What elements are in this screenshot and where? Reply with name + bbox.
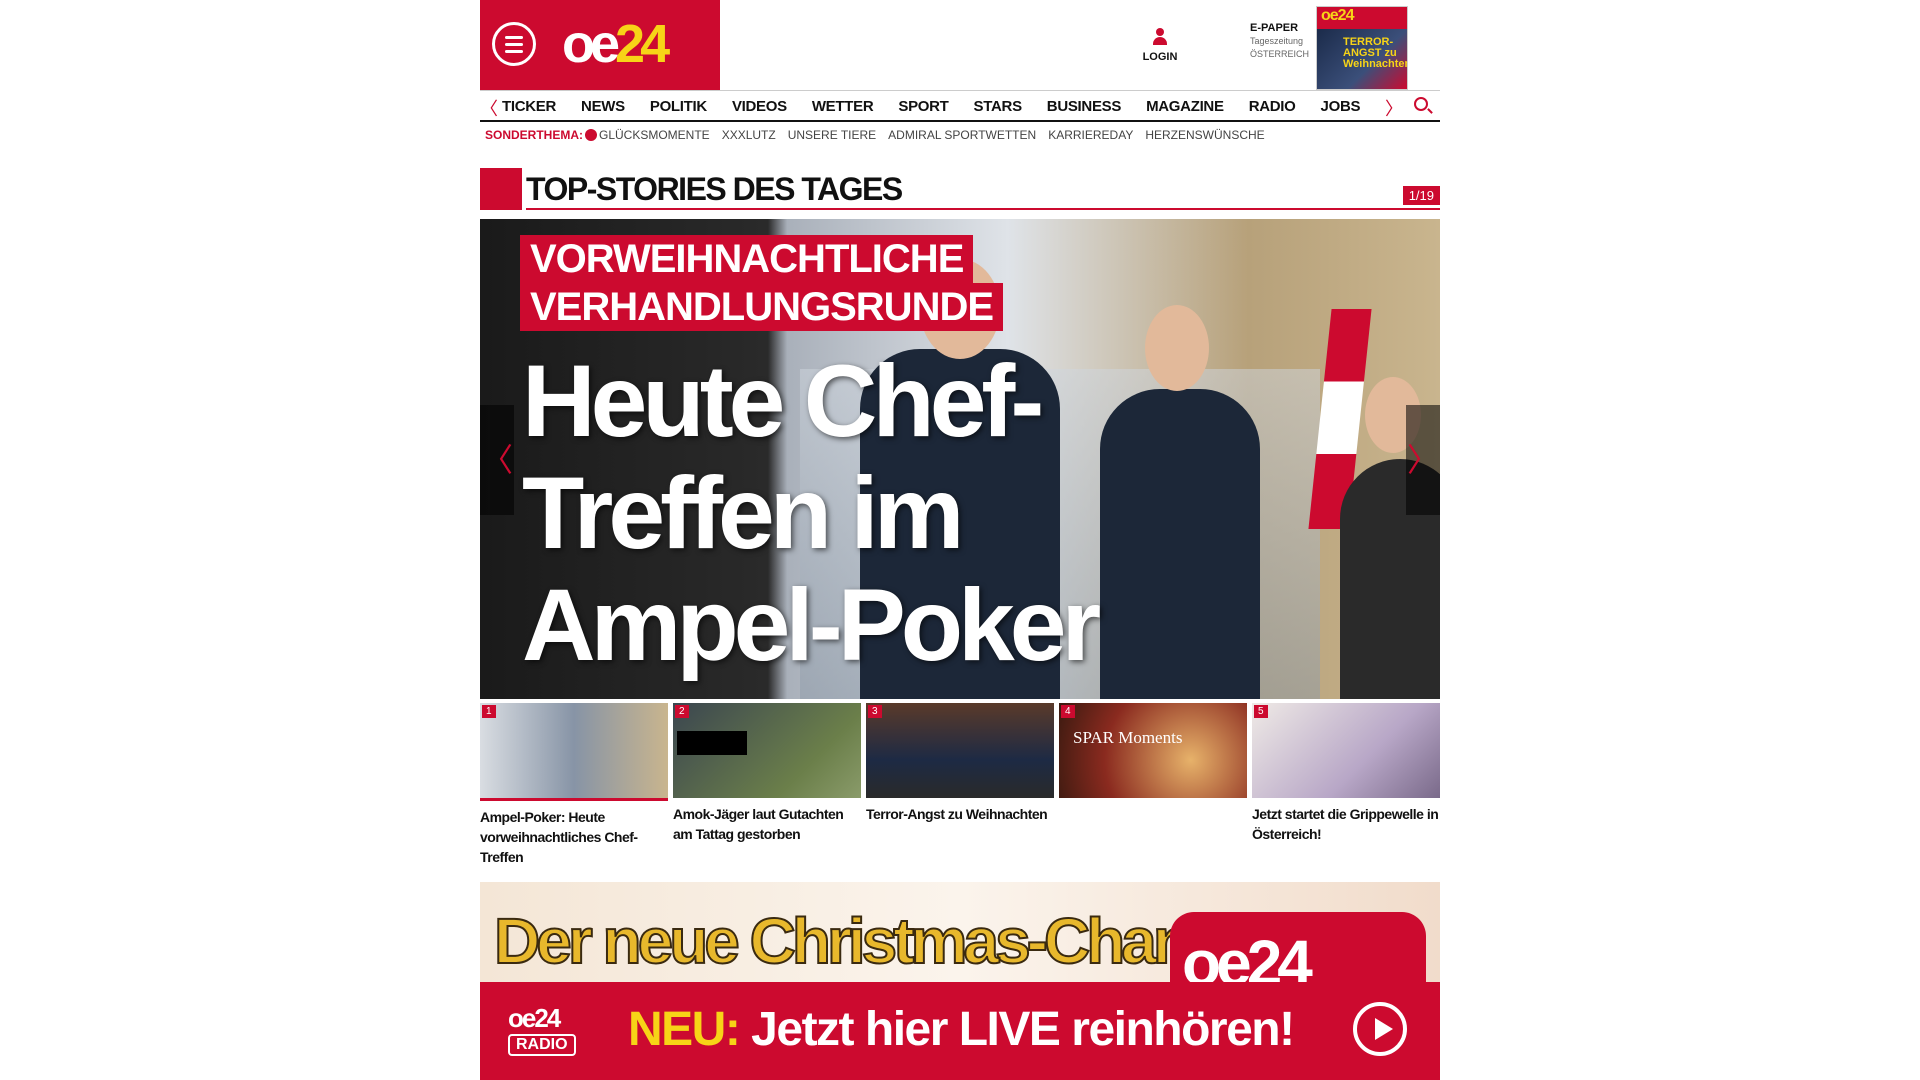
login-label: LOGIN [1142,51,1178,63]
hero-prev-arrow-icon[interactable]: 〈 [480,405,514,515]
heart-icon [585,129,597,141]
site-header: oe24 LOGIN E-PAPER Tageszeitung ÖSTERREI… [480,0,1440,90]
thumb-caption[interactable]: Terror-Angst zu Weihnachten [866,804,1054,824]
hero-headline[interactable]: Heute Chef- Treffen im Ampel-Poker [522,345,1101,681]
nav-item-radio[interactable]: RADIO [1249,98,1296,115]
hero-kicker-line-2: VERHANDLUNGSRUNDE [520,283,1004,331]
nav-item-ticker[interactable]: TICKER [502,98,556,115]
cta-neu: NEU: [628,1003,741,1056]
thumb-image: 1 [480,703,668,801]
radio-logo: oe24 RADIO [508,1004,598,1056]
story-thumb[interactable]: 4 SPAR Moments [1059,703,1247,867]
main-nav: 〈 TICKER NEWS POLITIK VIDEOS WETTER SPOR… [480,90,1440,122]
special-topic-item[interactable]: UNSERE TIERE [788,128,876,142]
thumb-number: 3 [868,705,882,718]
cover-headline: TERROR-ANGST zu Weihnachten [1343,36,1408,70]
special-topic-item[interactable]: KARRIEREDAY [1048,128,1133,142]
story-thumbnails: 1 Ampel-Poker: Heute vorweihnachtliches … [480,703,1440,867]
hero-kicker-line-1: VORWEIHNACHTLICHE [520,235,974,283]
hero-kicker: VORWEIHNACHTLICHE VERHANDLUNGSRUNDE [520,235,1004,331]
nav-item-magazine[interactable]: MAGAZINE [1146,98,1224,115]
nav-prev-icon[interactable]: 〈 [480,95,498,121]
banner-top: Der neue Christmas-Channel oe24 [480,882,1440,1012]
radio-label: RADIO [508,1034,576,1056]
nav-item-sport[interactable]: SPORT [898,98,948,115]
thumb-number: 2 [675,705,689,718]
cta-text: Jetzt hier LIVE reinhören! [751,1003,1295,1056]
nav-items: TICKER NEWS POLITIK VIDEOS WETTER SPORT … [502,98,1385,115]
story-thumb[interactable]: 5 Jetzt startet die Grippewelle in Öster… [1252,703,1440,867]
section-title: TOP-STORIES DES TAGES [526,171,903,207]
thumb-image: 2 [673,703,861,798]
thumb-caption[interactable]: Ampel-Poker: Heute vorweihnachtliches Ch… [480,807,668,867]
story-thumb[interactable]: 3 Terror-Angst zu Weihnachten [866,703,1054,867]
epaper-title: E-PAPER [1250,22,1299,34]
epaper-link[interactable]: E-PAPER Tageszeitung ÖSTERREICH [1250,22,1320,61]
thumb-number: 1 [482,705,496,718]
thumb-number: 4 [1061,705,1075,718]
hero-person [1100,389,1260,699]
logo-number: 24 [615,14,670,74]
special-topic-item[interactable]: ADMIRAL SPORTWETTEN [888,128,1036,142]
thumb-image: 4 SPAR Moments [1059,703,1247,798]
epaper-cover[interactable]: oe24 TERROR-ANGST zu Weihnachten [1316,6,1408,90]
banner-cta[interactable]: NEU: Jetzt hier LIVE reinhören! [628,1002,1295,1057]
top-stories-header: TOP-STORIES DES TAGES 1/19 [480,168,1440,210]
menu-icon[interactable] [492,22,536,66]
thumb-image: 3 [866,703,1054,798]
nav-item-business[interactable]: BUSINESS [1047,98,1122,115]
thumb-caption[interactable]: Amok-Jäger laut Gutachten am Tattag gest… [673,804,861,844]
nav-item-stars[interactable]: STARS [974,98,1023,115]
user-icon [1153,28,1167,46]
thumb-number: 5 [1254,705,1268,718]
section-marker [480,168,522,210]
thumb-image: 5 [1252,703,1440,798]
slide-counter: 1/19 [1402,186,1440,205]
story-thumb[interactable]: 2 Amok-Jäger laut Gutachten am Tattag ge… [673,703,861,867]
logo-text: oe [562,14,620,74]
epaper-subtitle-2: ÖSTERREICH [1250,49,1310,59]
special-topic-item[interactable]: GLÜCKSMOMENTE [599,128,710,142]
search-icon[interactable] [1414,97,1428,111]
banner-channel-text: Der neue Christmas-Channel [493,905,1273,977]
banner-bottom: oe24 RADIO NEU: Jetzt hier LIVE reinhöre… [480,982,1440,1080]
cover-brand: oe24 [1317,7,1407,29]
hero-person-head [1145,305,1209,391]
nav-item-videos[interactable]: VIDEOS [732,98,787,115]
logo-box[interactable]: oe24 [480,0,720,90]
nav-item-jobs[interactable]: JOBS [1321,98,1361,115]
nav-item-news[interactable]: NEWS [581,98,625,115]
epaper-subtitle: Tageszeitung [1250,36,1304,46]
radio-banner[interactable]: Der neue Christmas-Channel oe24 oe24 RAD… [480,882,1440,1080]
site-logo[interactable]: oe24 [562,14,670,74]
nav-item-wetter[interactable]: WETTER [812,98,874,115]
thumb-image-text: SPAR Moments [1073,728,1183,747]
page: oe24 LOGIN E-PAPER Tageszeitung ÖSTERREI… [480,0,1440,1080]
play-icon[interactable] [1353,1002,1407,1056]
censor-bar [677,731,747,755]
hero-story[interactable]: VORWEIHNACHTLICHE VERHANDLUNGSRUNDE Heut… [480,219,1440,699]
special-topic-item[interactable]: XXXLUTZ [722,128,776,142]
radio-brand: oe24 [508,1003,561,1033]
thumb-caption[interactable]: Jetzt startet die Grippewelle in Österre… [1252,804,1440,844]
login-button[interactable]: LOGIN [1140,28,1180,63]
special-topics-bar: SONDERTHEMA: GLÜCKSMOMENTE XXXLUTZ UNSER… [485,128,1277,142]
section-divider [526,208,1440,210]
hero-next-arrow-icon[interactable]: 〉 [1406,405,1440,515]
story-thumb[interactable]: 1 Ampel-Poker: Heute vorweihnachtliches … [480,703,668,867]
nav-item-politik[interactable]: POLITIK [650,98,707,115]
special-topic-item[interactable]: HERZENSWÜNSCHE [1145,128,1264,142]
special-topic-label: SONDERTHEMA: [485,128,583,142]
nav-next-icon[interactable]: 〉 [1385,95,1403,121]
